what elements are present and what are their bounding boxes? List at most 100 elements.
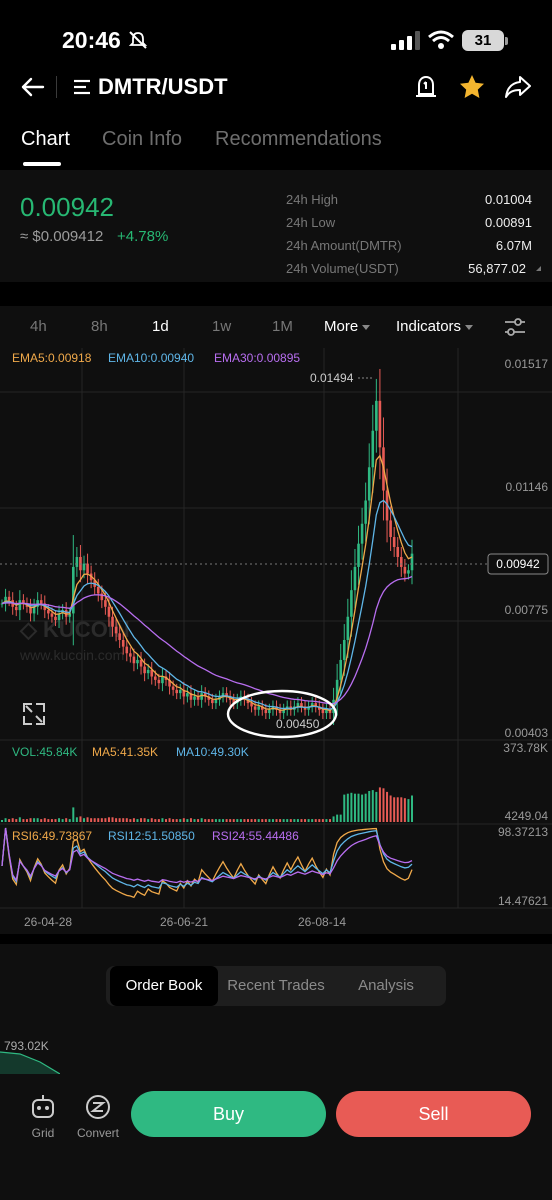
share-icon[interactable] xyxy=(504,74,532,100)
price-panel: 0.00942 ≈ $0.009412 +4.78% 24h High 0.01… xyxy=(0,170,552,282)
sell-button[interactable]: Sell xyxy=(336,1091,531,1137)
volume-bar xyxy=(371,790,374,822)
back-arrow-icon[interactable] xyxy=(20,74,46,100)
bell-muted-icon xyxy=(128,31,148,49)
stat-label-low: 24h Low xyxy=(286,215,336,230)
trading-pair-title[interactable]: DMTR/USDT xyxy=(98,74,228,100)
chart-canvas[interactable]: ◇ KUCOIN www.kucoin.com EMA5:0.00918 EMA… xyxy=(0,348,552,934)
rsi-axis-max: 98.37213 xyxy=(498,825,548,839)
interval-8h[interactable]: 8h xyxy=(91,318,108,335)
volume-bar xyxy=(193,819,196,822)
candle-body xyxy=(389,520,392,538)
volume-bar xyxy=(214,819,217,822)
candle-body xyxy=(268,709,271,714)
indicators-dropdown[interactable]: Indicators xyxy=(396,318,474,335)
grid-label: Grid xyxy=(31,1126,55,1140)
active-tab-underline xyxy=(23,162,61,166)
volume-bar xyxy=(182,818,185,822)
signal-icon xyxy=(391,31,420,50)
low-marker-label: 0.00450 xyxy=(276,717,320,731)
volume-bar xyxy=(157,819,160,822)
volume-bar xyxy=(86,817,89,822)
volume-bar xyxy=(289,819,292,822)
high-marker-label: 0.01494 xyxy=(310,371,354,385)
volume-bar xyxy=(40,819,43,822)
chart-settings-icon[interactable] xyxy=(504,317,526,337)
volume-bar xyxy=(200,818,203,822)
volume-bar xyxy=(311,819,314,822)
tab-coin-info[interactable]: Coin Info xyxy=(102,128,182,151)
volume-bar xyxy=(222,819,225,822)
volume-axis-max: 373.78K xyxy=(503,741,548,755)
candle-body xyxy=(136,659,139,664)
candle-body xyxy=(400,556,403,567)
legend-ema30: EMA30:0.00895 xyxy=(214,351,300,365)
legend-ema10: EMA10:0.00940 xyxy=(108,351,194,365)
rsi-axis-min: 14.47621 xyxy=(498,894,548,908)
volume-bar xyxy=(115,818,118,822)
volume-bar xyxy=(33,818,36,822)
candle-body xyxy=(321,709,325,714)
candle-body xyxy=(154,676,157,680)
buy-button[interactable]: Buy xyxy=(131,1091,326,1137)
price-chart[interactable]: ◇ KUCOIN www.kucoin.com EMA5:0.00918 EMA… xyxy=(0,348,552,934)
candle-body xyxy=(353,566,357,591)
volume-bar xyxy=(300,819,303,822)
candle-body xyxy=(193,696,196,700)
convert-icon xyxy=(86,1095,110,1119)
candle-body xyxy=(50,613,54,617)
interval-1m[interactable]: 1M xyxy=(272,318,293,335)
candle-body xyxy=(396,547,400,557)
candle-body xyxy=(367,467,371,501)
candle-body xyxy=(339,659,342,680)
volume-bar xyxy=(111,817,114,822)
convert-nav-button[interactable]: Convert xyxy=(73,1092,123,1140)
candle-body xyxy=(178,689,182,694)
interval-1w[interactable]: 1w xyxy=(212,318,231,335)
fullscreen-icon[interactable] xyxy=(23,703,45,725)
volume-bar xyxy=(54,819,57,822)
volume-bar xyxy=(104,818,107,822)
candle-body xyxy=(364,500,367,524)
interval-bar: 4h 8h 1d 1w 1M More Indicators xyxy=(0,306,552,348)
volume-axis-min: 4249.04 xyxy=(505,809,549,823)
candle-body xyxy=(342,639,346,660)
volume-bar xyxy=(65,818,68,822)
interval-4h[interactable]: 4h xyxy=(30,318,47,335)
fiat-price: ≈ $0.009412 xyxy=(20,228,104,245)
segment-recent-trades[interactable]: Recent Trades xyxy=(218,966,334,1006)
grid-nav-button[interactable]: Grid xyxy=(18,1092,68,1140)
candle-body xyxy=(132,656,136,664)
volume-bar xyxy=(314,819,317,822)
candle-body xyxy=(96,586,100,594)
candle-body xyxy=(175,689,178,694)
volume-bar xyxy=(239,819,242,822)
candle-body xyxy=(257,706,260,710)
tab-recommendations[interactable]: Recommendations xyxy=(215,128,382,151)
volume-bar xyxy=(204,819,207,822)
tab-chart[interactable]: Chart xyxy=(21,128,70,151)
volume-bar xyxy=(8,819,11,822)
volume-bar xyxy=(318,819,321,822)
more-intervals-dropdown[interactable]: More xyxy=(324,318,371,335)
header: DMTR/USDT xyxy=(0,64,552,110)
candle-body xyxy=(114,626,118,634)
interval-1d[interactable]: 1d xyxy=(152,318,169,335)
pair-menu-icon[interactable] xyxy=(72,78,92,96)
candle-body xyxy=(371,430,375,468)
segment-order-book[interactable]: Order Book xyxy=(110,966,218,1006)
volume-bar xyxy=(207,819,210,822)
favorite-star-icon[interactable] xyxy=(458,73,486,101)
segment-analysis[interactable]: Analysis xyxy=(334,966,438,1006)
volume-bar xyxy=(296,819,299,822)
volume-bar xyxy=(293,819,296,822)
candle-body xyxy=(253,706,257,710)
price-alert-icon[interactable] xyxy=(414,74,438,100)
candle-body xyxy=(357,543,360,567)
candle-body xyxy=(18,600,22,611)
volume-bar xyxy=(175,819,178,822)
candle-body xyxy=(118,633,121,640)
volume-bar xyxy=(368,791,371,822)
volume-bar xyxy=(154,819,157,822)
volume-bar xyxy=(172,819,175,822)
